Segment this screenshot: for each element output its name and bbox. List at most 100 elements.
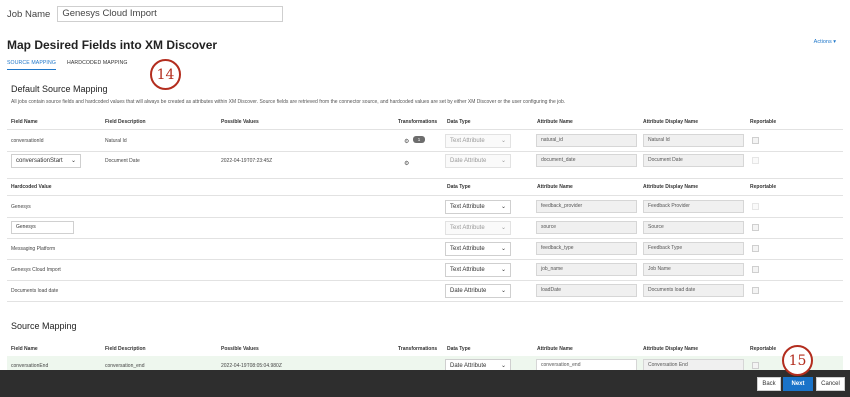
col-field-name: Field Name	[11, 346, 38, 352]
field-description-cell: Document Date	[105, 158, 140, 164]
attribute-name-field: loadDate	[536, 284, 637, 297]
back-button[interactable]: Back	[757, 377, 781, 391]
reportable-checkbox[interactable]	[752, 362, 759, 369]
attribute-name-field: feedback_provider	[536, 200, 637, 213]
data-type-select[interactable]: Text Attribute ⌄	[445, 263, 511, 277]
table-row: Genesys Text Attribute ⌄ feedback_provide…	[7, 197, 843, 217]
table-row: Messaging Platform Text Attribute ⌄ feedb…	[7, 239, 843, 259]
field-name-value: conversationStart	[16, 158, 63, 164]
attribute-display-name-field: Feedback Type	[643, 242, 744, 255]
cancel-button[interactable]: Cancel	[816, 377, 845, 391]
col-attribute-name: Attribute Name	[537, 346, 573, 352]
transformation-count-badge: 1	[413, 136, 425, 143]
reportable-checkbox[interactable]	[752, 224, 759, 231]
divider	[7, 129, 843, 130]
hardcoded-table-header: Hardcoded Value Data Type Attribute Name…	[7, 182, 843, 192]
data-type-select[interactable]: Text Attribute ⌄	[445, 200, 511, 214]
default-table-header: Field Name Field Description Possible Va…	[7, 117, 843, 127]
data-type-value: Date Attribute	[450, 363, 487, 369]
hardcoded-value-cell: Genesys	[11, 204, 31, 210]
field-description-cell: Natural Id	[105, 138, 127, 144]
gear-icon[interactable]: ⚙	[404, 138, 409, 145]
actions-menu-button[interactable]: Actions ▾	[814, 39, 836, 45]
data-type-value: Text Attribute	[450, 225, 485, 231]
job-name-row: Job Name Genesys Cloud Import	[7, 6, 284, 22]
chevron-down-icon: ⌄	[500, 246, 506, 252]
mapping-tabs: SOURCE MAPPING HARDCODED MAPPING	[7, 60, 127, 70]
attribute-display-name-field: Documents load date	[643, 284, 744, 297]
col-data-type: Data Type	[447, 346, 471, 352]
data-type-value: Date Attribute	[450, 158, 487, 164]
col-possible-values: Possible Values	[221, 346, 259, 352]
data-type-value: Date Attribute	[450, 288, 487, 294]
possible-values-cell: 2022-04-19T07:23:45Z	[221, 158, 273, 164]
chevron-down-icon: ⌄	[500, 158, 506, 164]
hardcoded-value-cell: Documents load date	[11, 288, 59, 294]
default-source-mapping-description: All jobs contain source fields and hardc…	[11, 99, 566, 105]
col-hardcoded-value: Hardcoded Value	[11, 184, 52, 190]
reportable-checkbox[interactable]	[752, 266, 759, 273]
col-data-type: Data Type	[447, 119, 471, 125]
chevron-down-icon: ⌄	[500, 204, 506, 210]
field-name-cell: conversationId	[11, 138, 44, 144]
chevron-down-icon: ⌄	[500, 288, 506, 294]
data-type-select[interactable]: Date Attribute ⌄	[445, 284, 511, 298]
attribute-display-name-field: Document Date	[643, 154, 744, 167]
attribute-name-field: source	[536, 221, 637, 234]
divider	[7, 301, 843, 302]
chevron-down-icon: ⌄	[500, 225, 506, 231]
attribute-display-name-field: Feedback Provider	[643, 200, 744, 213]
attribute-name-field: feedback_type	[536, 242, 637, 255]
next-button[interactable]: Next	[783, 377, 813, 391]
attribute-name-field: document_date	[536, 154, 637, 167]
table-row: conversationId Natural Id ⚙ 1 Text Attri…	[7, 131, 843, 151]
data-type-value: Text Attribute	[450, 267, 485, 273]
col-attribute-display-name: Attribute Display Name	[643, 184, 699, 190]
data-type-select: Date Attribute ⌄	[445, 154, 511, 168]
source-table-header: Field Name Field Description Possible Va…	[7, 344, 843, 354]
attribute-name-field: job_name	[536, 263, 637, 276]
field-name-select[interactable]: conversationStart ⌄	[11, 154, 81, 168]
attribute-name-field: natural_id	[536, 134, 637, 147]
attribute-display-name-field: Job Name	[643, 263, 744, 276]
field-name-cell: conversationEnd	[11, 363, 49, 369]
col-attribute-name: Attribute Name	[537, 119, 573, 125]
table-row: Genesys Text Attribute ⌄ source Source	[7, 218, 843, 238]
tab-hardcoded-mapping[interactable]: HARDCODED MAPPING	[67, 60, 128, 70]
default-source-mapping-title: Default Source Mapping	[11, 84, 108, 94]
divider	[7, 195, 843, 196]
reportable-checkbox[interactable]	[752, 245, 759, 252]
divider	[7, 178, 843, 179]
chevron-down-icon: ⌄	[500, 267, 506, 273]
step-callout-14: 14	[150, 59, 181, 90]
col-field-description: Field Description	[105, 346, 146, 352]
col-field-name: Field Name	[11, 119, 38, 125]
col-reportable: Reportable	[750, 346, 777, 352]
col-data-type: Data Type	[447, 184, 471, 190]
chevron-down-icon: ⌄	[500, 138, 506, 144]
reportable-checkbox[interactable]	[752, 203, 759, 210]
data-type-value: Text Attribute	[450, 138, 485, 144]
hardcoded-value-cell: Messaging Platform	[11, 246, 56, 252]
attribute-display-name-field: Natural Id	[643, 134, 744, 147]
step-callout-15: 15	[782, 345, 813, 376]
col-reportable: Reportable	[750, 184, 777, 190]
gear-icon[interactable]: ⚙	[404, 160, 409, 167]
col-possible-values: Possible Values	[221, 119, 259, 125]
col-attribute-display-name: Attribute Display Name	[643, 119, 699, 125]
reportable-checkbox[interactable]	[752, 137, 759, 144]
job-name-input[interactable]: Genesys Cloud Import	[57, 6, 284, 22]
col-transformations: Transformations	[398, 119, 438, 125]
hardcoded-value-input[interactable]: Genesys	[11, 221, 74, 234]
footer-bar	[0, 370, 850, 397]
data-type-select[interactable]: Text Attribute ⌄	[445, 242, 511, 256]
source-mapping-title: Source Mapping	[11, 321, 77, 331]
data-type-select: Text Attribute ⌄	[445, 134, 511, 148]
reportable-checkbox[interactable]	[752, 157, 759, 164]
tab-source-mapping[interactable]: SOURCE MAPPING	[7, 60, 56, 70]
data-type-select: Text Attribute ⌄	[445, 221, 511, 235]
reportable-checkbox[interactable]	[752, 287, 759, 294]
data-type-value: Text Attribute	[450, 246, 485, 252]
table-row: Genesys Cloud Import Text Attribute ⌄ job…	[7, 260, 843, 280]
col-reportable: Reportable	[750, 119, 777, 125]
